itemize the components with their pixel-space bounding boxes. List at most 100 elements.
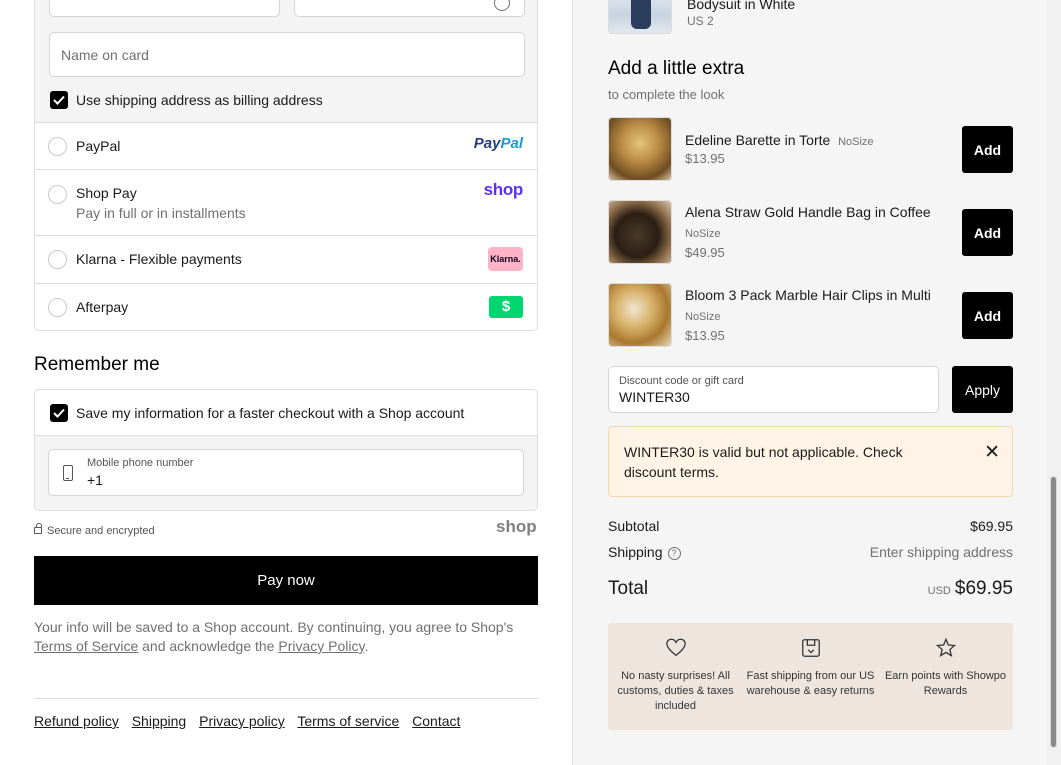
star-icon: [935, 637, 957, 657]
discount-field-label: Discount code or gift card: [619, 375, 744, 387]
footer-links: Refund policy Shipping Privacy policy Te…: [34, 713, 469, 729]
shipping-label: Shipping?: [608, 544, 681, 560]
subtotal-label: Subtotal: [608, 518, 660, 534]
paypal-radio[interactable]: [48, 137, 67, 156]
total-row: Total USD $69.95: [608, 578, 1013, 602]
phone-field-value[interactable]: +1: [87, 472, 103, 488]
name-on-card-input[interactable]: [49, 32, 525, 77]
privacy-policy-footer-link[interactable]: Privacy policy: [199, 713, 285, 729]
scrollbar-thumb[interactable]: [1050, 476, 1057, 748]
help-icon[interactable]: ?: [667, 547, 681, 560]
upsell-item-name: Alena Straw Gold Handle Bag in Coffee: [685, 204, 931, 220]
payment-methods: PayPal PayPal Shop Pay Pay in full or in…: [34, 122, 538, 331]
upsell-item-size: NoSize: [685, 311, 721, 323]
upsell-item: Bloom 3 Pack Marble Hair Clips in Multi …: [608, 283, 1013, 347]
cart-item-size: US 2: [687, 14, 714, 28]
scrollbar[interactable]: [1046, 0, 1061, 765]
upsell-item-size: NoSize: [838, 136, 874, 148]
paypal-logo: PayPal: [473, 135, 523, 152]
total-currency: USD: [927, 585, 951, 597]
subtotal-row: Subtotal $69.95: [608, 518, 1013, 536]
shop-logo: shop: [496, 517, 537, 536]
upsell-item-image: [608, 283, 672, 347]
help-icon[interactable]: [494, 0, 510, 11]
afterpay-radio[interactable]: [48, 298, 67, 317]
terms-of-service-footer-link[interactable]: Terms of service: [297, 713, 399, 729]
mobile-phone-field[interactable]: Mobile phone number +1: [48, 449, 524, 496]
upsell-subtitle: to complete the look: [608, 87, 725, 102]
upsell-item-price: $13.95: [685, 151, 725, 166]
shop-pay-radio[interactable]: [48, 185, 67, 204]
remember-me-section: Save my information for a faster checkou…: [34, 389, 538, 511]
add-item-button[interactable]: Add: [962, 126, 1013, 173]
order-summary: Bodysuit in White US 2 Add a little extr…: [572, 0, 1046, 765]
payment-option-paypal[interactable]: PayPal PayPal: [35, 123, 537, 170]
box-icon: [802, 639, 820, 657]
perk-text: Earn points with Showpo Rewards: [884, 670, 1007, 697]
perks-banner: No nasty surprises! All customs, duties …: [608, 623, 1013, 730]
klarna-logo: Klarna.: [488, 247, 523, 271]
save-info-row[interactable]: Save my information for a faster checkou…: [35, 390, 537, 436]
payment-option-afterpay[interactable]: Afterpay $: [35, 284, 537, 331]
perk-item: Fast shipping from our US warehouse & ea…: [743, 623, 878, 730]
upsell-item-price: $49.95: [685, 245, 725, 260]
payment-option-shop-pay[interactable]: Shop Pay Pay in full or in installments …: [35, 170, 537, 236]
shop-pay-logo: shop: [483, 180, 524, 199]
contact-link[interactable]: Contact: [412, 713, 460, 729]
pay-now-button[interactable]: Pay now: [34, 556, 538, 605]
upsell-item-name: Edeline Barette in Torte NoSize: [685, 132, 874, 148]
remember-me-title: Remember me: [34, 354, 160, 375]
perk-text: No nasty surprises! All customs, duties …: [617, 670, 734, 712]
checkout-main: Use shipping address as billing address …: [0, 0, 572, 765]
perk-text: Fast shipping from our US warehouse & ea…: [746, 670, 875, 697]
heart-icon: [666, 638, 686, 657]
terms-of-service-link[interactable]: Terms of Service: [34, 638, 138, 654]
discount-notice-text: WINTER30 is valid but not applicable. Ch…: [624, 444, 903, 480]
phone-section: Mobile phone number +1: [35, 436, 537, 510]
phone-icon: [63, 465, 73, 481]
add-item-button[interactable]: Add: [962, 292, 1013, 339]
product-thumbnail: [608, 0, 672, 34]
subtotal-value: $69.95: [970, 518, 1013, 534]
klarna-radio[interactable]: [48, 250, 67, 269]
perk-item: Earn points with Showpo Rewards: [878, 623, 1013, 730]
afterpay-logo: $: [489, 296, 523, 318]
payment-option-label: Klarna - Flexible payments: [76, 251, 242, 267]
add-item-button[interactable]: Add: [962, 209, 1013, 256]
security-code-field[interactable]: [294, 0, 525, 17]
close-icon[interactable]: ✕: [984, 443, 1000, 462]
payment-option-label: Shop Pay: [76, 185, 137, 201]
total-label: Total: [608, 578, 649, 599]
save-info-checkbox[interactable]: [50, 404, 68, 422]
footer-divider: [34, 698, 538, 699]
payment-option-sublabel: Pay in full or in installments: [76, 205, 246, 221]
refund-policy-link[interactable]: Refund policy: [34, 713, 119, 729]
discount-notice: WINTER30 is valid but not applicable. Ch…: [608, 426, 1013, 497]
lock-icon: [34, 523, 42, 534]
shipping-row: Shipping? Enter shipping address: [608, 544, 1013, 562]
phone-field-label: Mobile phone number: [87, 457, 194, 469]
payment-option-klarna[interactable]: Klarna - Flexible payments Klarna.: [35, 236, 537, 284]
expiration-date-field[interactable]: [49, 0, 280, 17]
upsell-item-size: NoSize: [685, 228, 721, 240]
upsell-item: Edeline Barette in Torte NoSize $13.95 A…: [608, 117, 1013, 181]
apply-discount-button[interactable]: Apply: [952, 366, 1013, 413]
billing-same-checkbox[interactable]: [50, 91, 68, 109]
discount-field-value[interactable]: WINTER30: [619, 389, 690, 405]
payment-option-label: PayPal: [76, 138, 121, 154]
upsell-item-image: [608, 117, 672, 181]
upsell-item-price: $13.95: [685, 328, 725, 343]
cart-item-name: Bodysuit in White: [687, 0, 796, 12]
privacy-policy-link[interactable]: Privacy Policy: [278, 638, 364, 654]
secure-notice: Secure and encrypted: [34, 523, 155, 537]
payment-option-label: Afterpay: [76, 299, 129, 315]
upsell-item: Alena Straw Gold Handle Bag in Coffee No…: [608, 200, 1013, 264]
upsell-title: Add a little extra: [608, 58, 745, 79]
secure-text: Secure and encrypted: [47, 525, 155, 537]
shipping-link[interactable]: Shipping: [132, 713, 187, 729]
upsell-item-name: Bloom 3 Pack Marble Hair Clips in Multi: [685, 287, 931, 303]
legal-text: and acknowledge the: [138, 638, 279, 654]
legal-notice: Your info will be saved to a Shop accoun…: [34, 618, 544, 656]
discount-code-field[interactable]: Discount code or gift card WINTER30: [608, 366, 939, 413]
legal-text: Your info will be saved to a Shop accoun…: [34, 619, 514, 635]
